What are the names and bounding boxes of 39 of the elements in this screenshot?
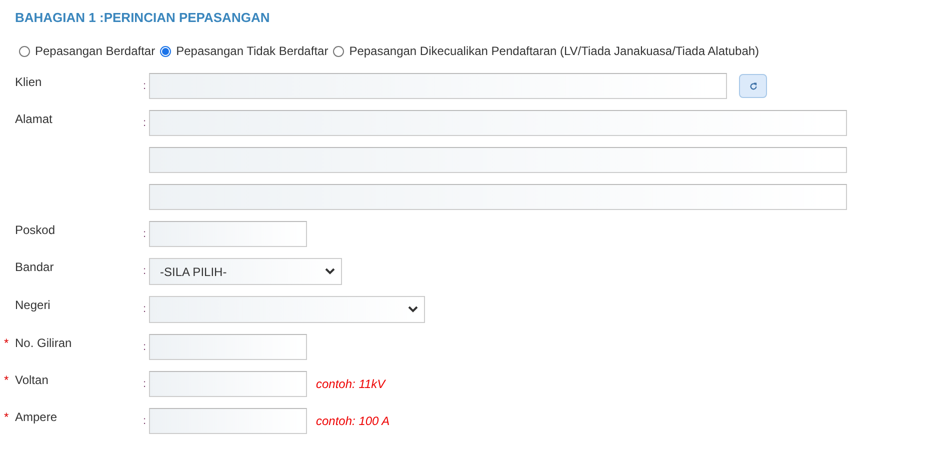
field-label: Bandar [15, 259, 55, 276]
address-field[interactable] [149, 184, 847, 210]
text-field[interactable] [149, 73, 727, 99]
field-label: Klien [15, 74, 43, 91]
text-field[interactable] [149, 371, 307, 397]
required-mark: * [4, 373, 9, 387]
field-label: Negeri [15, 297, 52, 314]
field-label: Poskod [15, 222, 56, 239]
section-title: BAHAGIAN 1 :PERINCIAN PEPASANGAN [15, 10, 271, 27]
hint-text: contoh: 100 A [316, 414, 390, 428]
required-mark: * [4, 410, 9, 424]
separator: : [143, 264, 148, 279]
field-label: No. Giliran [15, 335, 73, 352]
address-field[interactable] [149, 110, 847, 136]
field-label: Ampere [15, 409, 58, 426]
refresh-button[interactable] [739, 74, 767, 98]
select-field[interactable] [149, 296, 425, 323]
radio-option[interactable]: Pepasangan Berdaftar [19, 44, 156, 58]
field-label: Alamat [15, 111, 54, 128]
separator: : [143, 377, 148, 392]
separator: : [143, 79, 148, 94]
select-field[interactable]: -SILA PILIH- [149, 258, 342, 285]
separator: : [143, 227, 148, 242]
separator: : [143, 116, 148, 131]
text-field[interactable] [149, 334, 307, 360]
required-mark: * [4, 336, 9, 350]
separator: : [143, 302, 148, 317]
field-label: Voltan [15, 372, 50, 389]
text-field[interactable] [149, 408, 307, 434]
hint-text: contoh: 11kV [316, 377, 386, 391]
separator: : [143, 340, 148, 355]
text-field[interactable] [149, 221, 307, 247]
chevron-down-icon [408, 306, 418, 313]
separator: : [143, 414, 148, 429]
radio-option[interactable]: Pepasangan Tidak Berdaftar [160, 44, 328, 58]
refresh-icon [748, 82, 758, 90]
chevron-down-icon [325, 268, 335, 275]
address-field[interactable] [149, 147, 847, 173]
radio-option[interactable]: Pepasangan Dikecualikan Pendaftaran (LV/Tiada Janakuasa/Tiada Alatubah) [333, 44, 760, 58]
